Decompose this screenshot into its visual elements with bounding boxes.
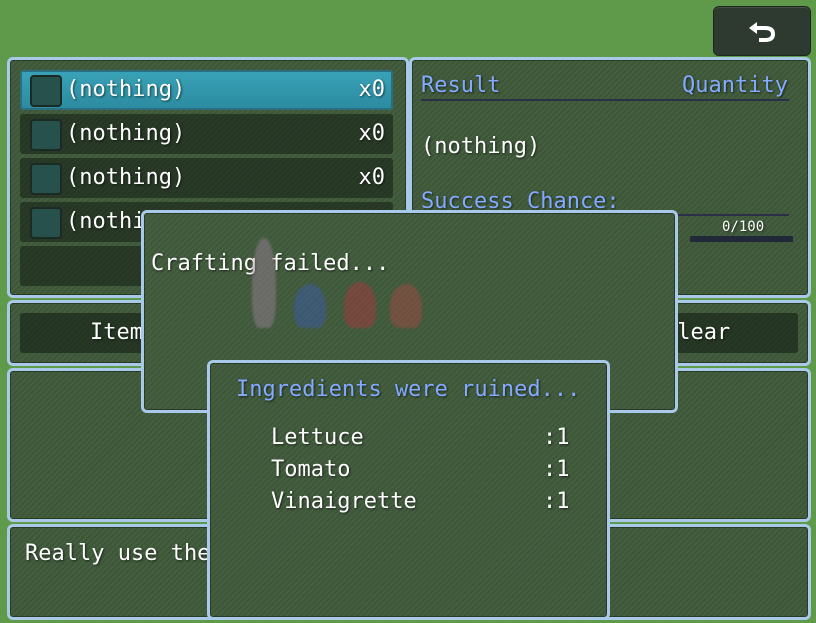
ingredient-name: Vinaigrette bbox=[271, 489, 417, 514]
item-slot-icon bbox=[30, 75, 62, 107]
item-row-3[interactable]: (nothing) x0 bbox=[20, 158, 393, 198]
ingredient-qty: :1 bbox=[543, 425, 570, 450]
quantity-header: Quantity bbox=[682, 73, 788, 98]
ingredient-qty: :1 bbox=[543, 457, 570, 482]
item-slot-icon bbox=[30, 207, 62, 239]
item-row-2[interactable]: (nothing) x0 bbox=[20, 114, 393, 154]
item-count: x0 bbox=[358, 121, 386, 146]
result-header: Result bbox=[421, 73, 501, 98]
item-slot-icon bbox=[30, 119, 62, 151]
item-name: (nothing) bbox=[66, 121, 186, 146]
item-name: (nothing) bbox=[66, 165, 186, 190]
result-value: (nothing) bbox=[421, 134, 541, 159]
back-button[interactable] bbox=[713, 6, 811, 56]
ingredient-name: Tomato bbox=[271, 457, 351, 482]
item-slot-icon bbox=[30, 163, 62, 195]
ingredient-name: Lettuce bbox=[271, 425, 364, 450]
help-text: Really use the bbox=[25, 541, 211, 566]
party-sprite-1 bbox=[252, 238, 276, 328]
party-sprite-4 bbox=[390, 284, 422, 328]
success-gauge-text: 0/100 bbox=[722, 219, 765, 235]
ruined-title: Ingredients were ruined... bbox=[236, 377, 581, 402]
item-name: (nothi bbox=[66, 209, 146, 234]
item-row-1[interactable]: (nothing) x0 bbox=[20, 70, 393, 110]
party-sprite-2 bbox=[294, 284, 326, 328]
party-sprite-3 bbox=[344, 282, 376, 328]
item-command-label: Item bbox=[90, 320, 143, 345]
result-header-divider bbox=[421, 99, 789, 101]
ingredient-qty: :1 bbox=[543, 489, 570, 514]
item-count: x0 bbox=[358, 165, 386, 190]
item-name: (nothing) bbox=[66, 77, 186, 102]
item-count: x0 bbox=[358, 77, 386, 102]
return-arrow-icon bbox=[749, 22, 775, 42]
success-gauge bbox=[690, 236, 793, 242]
